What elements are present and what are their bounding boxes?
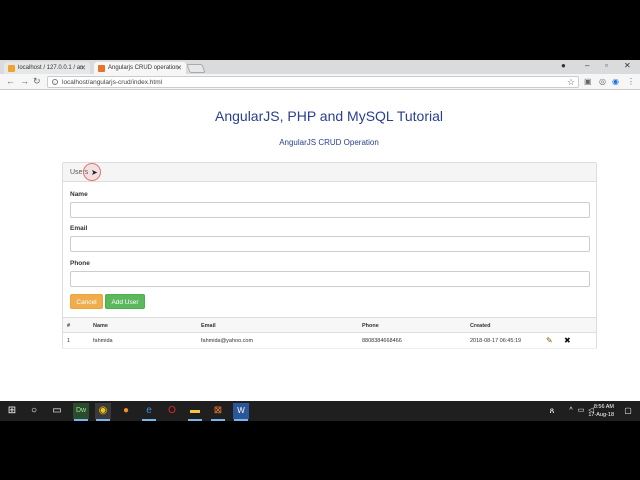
tab-title: Angularjs CRUD operation: [108, 65, 179, 71]
menu-icon[interactable]: ⋮: [627, 77, 635, 86]
word-icon[interactable]: W: [233, 403, 249, 421]
profile-icon[interactable]: ●: [561, 61, 566, 70]
search-icon[interactable]: ○: [26, 403, 42, 419]
phone-label: Phone: [70, 260, 90, 267]
users-panel: Users ➤ Name Email Phone Cancel Add User…: [62, 162, 597, 349]
chrome-icon[interactable]: ◉: [95, 403, 111, 421]
page-title: AngularJS, PHP and MySQL Tutorial: [215, 108, 443, 124]
info-icon[interactable]: i: [52, 79, 58, 85]
xampp-icon[interactable]: ⊠: [210, 403, 226, 421]
browser-toolbar: ← → ↻ i localhost/angularjs-crud/index.h…: [0, 74, 640, 90]
table-row: 1 fahmida fahmida@yahoo.com 880838466846…: [63, 333, 596, 349]
column-header: Email: [201, 323, 216, 329]
xampp-favicon-icon: [98, 65, 105, 72]
users-table: # Name Email Phone Created 1 fahmida fah…: [63, 317, 596, 349]
row-id: 1: [67, 338, 71, 344]
browser-tabstrip: localhost / 127.0.0.1 / an ✕ Angularjs C…: [0, 60, 640, 74]
forward-icon[interactable]: →: [20, 76, 29, 86]
row-created: 2018-08-17 06:45:19: [470, 338, 522, 344]
name-input[interactable]: [70, 202, 590, 218]
window-close-icon[interactable]: ✕: [624, 61, 631, 70]
column-header: Created: [470, 323, 491, 329]
close-icon[interactable]: ✕: [80, 64, 86, 72]
tab-phpmyadmin[interactable]: localhost / 127.0.0.1 / an ✕: [4, 62, 90, 74]
file-explorer-icon[interactable]: ▬: [187, 403, 203, 421]
page-subtitle: AngularJS CRUD Operation: [279, 138, 379, 147]
clock-time[interactable]: 8:56 AM: [588, 404, 614, 410]
row-email: fahmida@yahoo.com: [201, 338, 254, 344]
clock-date[interactable]: 17-Aug-18: [584, 412, 614, 418]
maximize-icon[interactable]: ▫: [605, 61, 608, 70]
new-tab-button[interactable]: [186, 64, 206, 73]
email-label: Email: [70, 225, 88, 232]
tab-title: localhost / 127.0.0.1 / an: [18, 65, 84, 71]
email-input[interactable]: [70, 236, 590, 252]
add-user-button[interactable]: Add User: [105, 294, 145, 309]
windows-taskbar: ⊞ ○ ▭ Dw ◉ ● e O ▬ ⊠ W ጸ ^ ▭ ◁ 8:56 AM 1…: [0, 401, 640, 421]
bookmark-star-icon[interactable]: ☆: [567, 77, 575, 88]
notification-icon[interactable]: ▢: [620, 403, 636, 419]
mouse-cursor-icon: ➤: [91, 168, 98, 177]
opera-icon[interactable]: O: [164, 403, 180, 419]
name-label: Name: [70, 191, 88, 198]
extension-icon[interactable]: ◉: [612, 77, 619, 86]
edge-icon[interactable]: e: [141, 403, 157, 421]
column-header: Phone: [362, 323, 379, 329]
people-icon[interactable]: ጸ: [544, 403, 560, 419]
firefox-icon[interactable]: ●: [118, 403, 134, 419]
back-icon[interactable]: ←: [6, 76, 15, 86]
close-icon[interactable]: ✕: [176, 64, 182, 72]
address-text: localhost/angularjs-crud/index.html: [62, 79, 163, 86]
task-view-icon[interactable]: ▭: [49, 403, 65, 419]
row-name: fahmida: [93, 338, 113, 344]
phpmyadmin-favicon-icon: [8, 65, 15, 72]
column-header: #: [67, 323, 71, 329]
address-bar[interactable]: i localhost/angularjs-crud/index.html ☆: [47, 76, 579, 88]
edit-pencil-icon[interactable]: ✎: [546, 336, 553, 345]
table-header: # Name Email Phone Created: [63, 317, 596, 333]
cancel-button[interactable]: Cancel: [70, 294, 103, 309]
row-phone: 8808384668466: [362, 338, 402, 344]
column-header: Name: [93, 323, 108, 329]
tab-angularjs-crud[interactable]: Angularjs CRUD operation ✕: [94, 62, 186, 74]
panel-heading[interactable]: Users ➤: [63, 163, 596, 182]
reload-icon[interactable]: ↻: [33, 76, 41, 87]
delete-x-icon[interactable]: ✖: [564, 336, 571, 345]
phone-input[interactable]: [70, 271, 590, 287]
windows-start-icon[interactable]: ⊞: [4, 403, 20, 419]
extension-icon[interactable]: ◎: [599, 77, 606, 86]
camera-icon[interactable]: ▣: [584, 77, 592, 86]
minimize-icon[interactable]: –: [585, 61, 589, 70]
screen: localhost / 127.0.0.1 / an ✕ Angularjs C…: [0, 60, 640, 420]
dreamweaver-icon[interactable]: Dw: [73, 403, 89, 421]
